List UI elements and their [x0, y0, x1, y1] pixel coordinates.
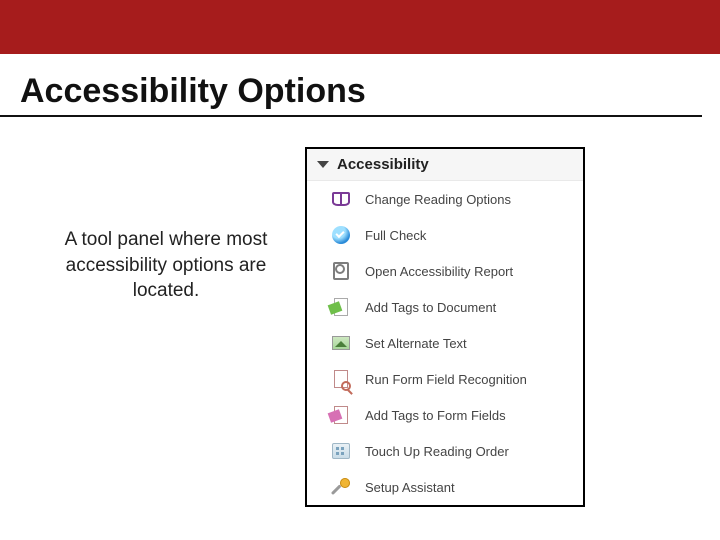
top-accent-bar: [0, 0, 720, 54]
item-change-reading-options[interactable]: Change Reading Options: [307, 181, 583, 217]
item-label: Setup Assistant: [365, 480, 455, 495]
book-icon: [331, 189, 351, 209]
item-run-form-field-recognition[interactable]: Run Form Field Recognition: [307, 361, 583, 397]
description-column: A tool panel where most accessibility op…: [0, 147, 305, 507]
item-label: Full Check: [365, 228, 426, 243]
item-label: Open Accessibility Report: [365, 264, 513, 279]
item-add-tags-to-document[interactable]: Add Tags to Document: [307, 289, 583, 325]
item-label: Add Tags to Document: [365, 300, 496, 315]
form-recognition-icon: [331, 369, 351, 389]
description-text: A tool panel where most accessibility op…: [55, 227, 277, 304]
tag-document-icon: [331, 297, 351, 317]
panel-header[interactable]: Accessibility: [307, 149, 583, 181]
item-add-tags-to-form-fields[interactable]: Add Tags to Form Fields: [307, 397, 583, 433]
item-full-check[interactable]: Full Check: [307, 217, 583, 253]
content-area: A tool panel where most accessibility op…: [0, 117, 720, 507]
page-title: Accessibility Options: [0, 54, 702, 117]
accessibility-panel: Accessibility Change Reading Options Ful…: [305, 147, 585, 507]
collapse-triangle-icon: [317, 161, 329, 168]
item-open-accessibility-report[interactable]: Open Accessibility Report: [307, 253, 583, 289]
item-label: Change Reading Options: [365, 192, 511, 207]
report-icon: [331, 261, 351, 281]
reading-order-icon: [331, 441, 351, 461]
panel-title: Accessibility: [337, 156, 429, 173]
check-disc-icon: [331, 225, 351, 245]
image-alt-icon: [331, 333, 351, 353]
item-label: Set Alternate Text: [365, 336, 467, 351]
item-set-alternate-text[interactable]: Set Alternate Text: [307, 325, 583, 361]
item-touch-up-reading-order[interactable]: Touch Up Reading Order: [307, 433, 583, 469]
item-label: Run Form Field Recognition: [365, 372, 527, 387]
form-tag-icon: [331, 405, 351, 425]
item-label: Add Tags to Form Fields: [365, 408, 506, 423]
item-setup-assistant[interactable]: Setup Assistant: [307, 469, 583, 505]
item-label: Touch Up Reading Order: [365, 444, 509, 459]
setup-wrench-icon: [331, 477, 351, 497]
